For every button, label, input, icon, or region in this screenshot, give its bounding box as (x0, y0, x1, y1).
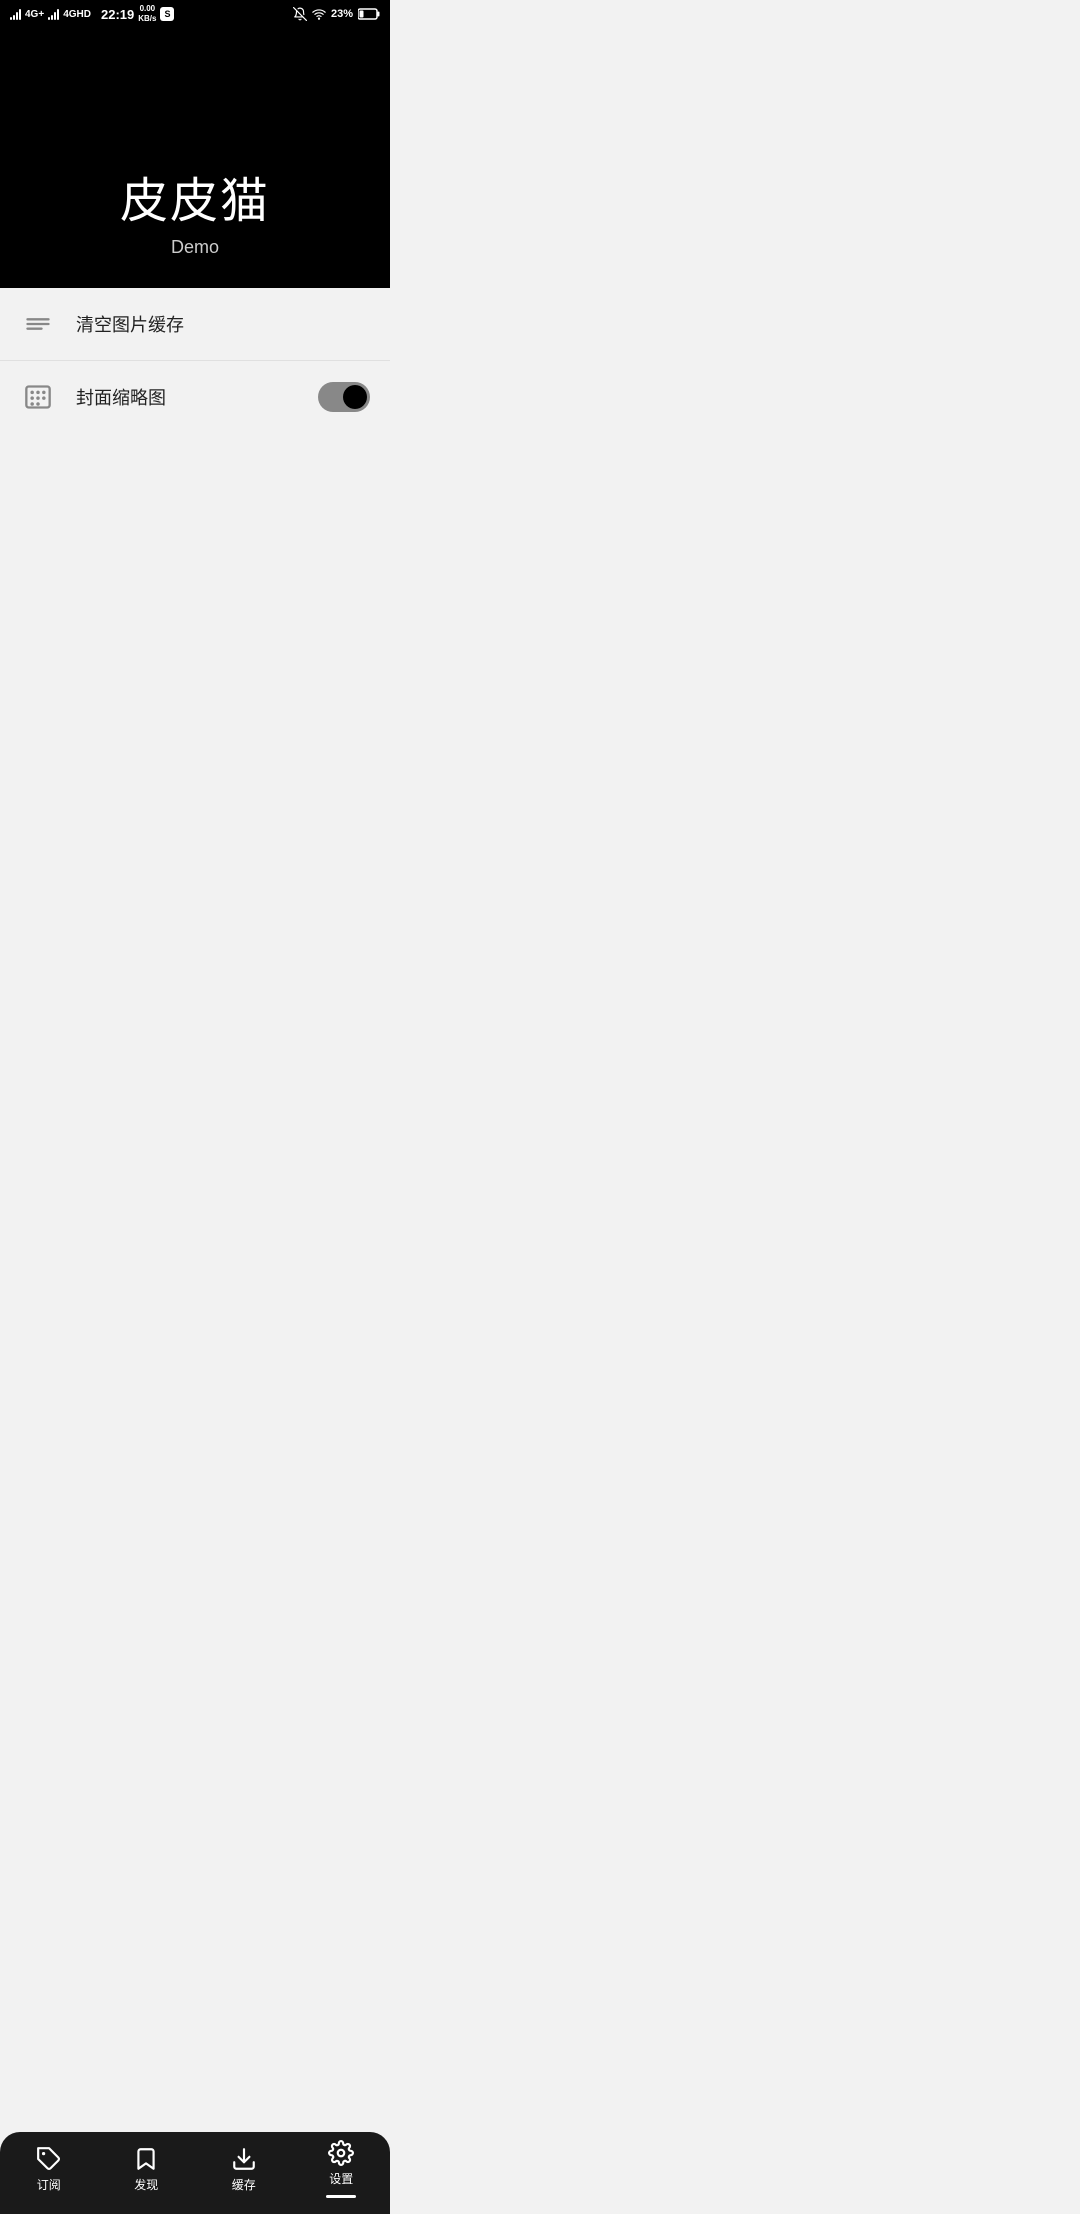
bottom-nav: 订阅 发现 缓存 设置 (0, 2132, 390, 2214)
status-time: 22:19 (101, 7, 134, 22)
nav-label-discover: 发现 (134, 2176, 158, 2193)
speed-info: 0.00 KB/s (138, 4, 156, 23)
hero-section: 皮皮猫 Demo (0, 28, 390, 288)
nav-label-subscribe: 订阅 (37, 2176, 61, 2193)
nav-item-discover[interactable]: 发现 (98, 2146, 196, 2193)
bookmark-icon (133, 2146, 159, 2172)
settings-item-clear-cache[interactable]: 清空图片缓存 (0, 288, 390, 361)
status-bar: 4G+ 4GHD 22:19 0.00 KB/s S 23% (0, 0, 390, 28)
signal-bars-2 (48, 8, 59, 20)
app-subtitle: Demo (171, 237, 219, 258)
tag-icon (36, 2146, 62, 2172)
nav-label-cache: 缓存 (232, 2176, 256, 2193)
settings-list: 清空图片缓存 封面缩略图 (0, 288, 390, 433)
toggle-thumb (343, 385, 367, 409)
network-type-1: 4G+ (25, 9, 44, 20)
battery-percent: 23% (331, 8, 353, 20)
nav-label-settings: 设置 (329, 2170, 353, 2187)
signal-bars-1 (10, 8, 21, 20)
network-type-2: 4GHD (63, 9, 91, 20)
wifi-icon (312, 7, 326, 21)
cover-thumbnail-label: 封面缩略图 (76, 384, 318, 410)
notification-icon (293, 7, 307, 21)
battery-icon (358, 8, 380, 20)
nav-item-settings[interactable]: 设置 (293, 2140, 391, 2198)
list-icon (20, 306, 56, 342)
settings-icon (328, 2140, 354, 2166)
app-title: 皮皮猫 (120, 161, 270, 231)
status-right: 23% (293, 7, 380, 21)
status-left: 4G+ 4GHD 22:19 0.00 KB/s S (10, 4, 174, 23)
settings-item-cover-thumbnail[interactable]: 封面缩略图 (0, 361, 390, 433)
nav-active-indicator (326, 2195, 356, 2198)
skype-icon: S (160, 7, 174, 21)
clear-cache-label: 清空图片缓存 (76, 311, 370, 337)
thumbnail-icon (20, 379, 56, 415)
nav-item-subscribe[interactable]: 订阅 (0, 2146, 98, 2193)
cover-thumbnail-toggle[interactable] (318, 382, 370, 412)
nav-item-cache[interactable]: 缓存 (195, 2146, 293, 2193)
download-icon (231, 2146, 257, 2172)
